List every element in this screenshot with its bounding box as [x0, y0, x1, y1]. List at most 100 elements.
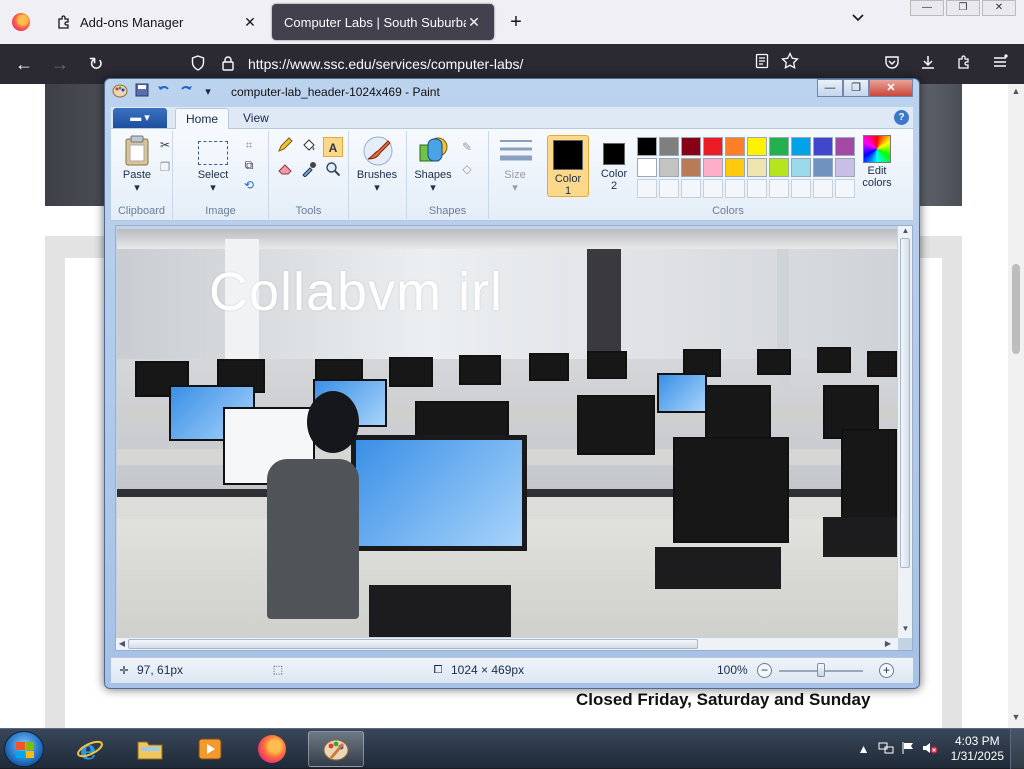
tab-close-icon[interactable]: ✕ — [466, 14, 482, 31]
pencil-icon[interactable] — [275, 137, 295, 157]
list-all-tabs-button[interactable] — [846, 10, 870, 34]
taskbar-firefox[interactable] — [244, 731, 300, 767]
undo-icon[interactable] — [155, 83, 173, 101]
scroll-thumb[interactable] — [128, 639, 698, 649]
canvas-image[interactable]: Collabvm irl — [117, 229, 897, 639]
lock-icon[interactable] — [216, 55, 240, 74]
taskbar-internet-explorer[interactable]: e — [62, 731, 118, 767]
color2-button[interactable]: Color 2 — [593, 135, 635, 197]
help-icon[interactable]: ? — [894, 110, 909, 125]
back-button[interactable]: ← — [12, 52, 36, 76]
palette-swatch[interactable] — [703, 158, 723, 177]
copy-icon[interactable]: ❐ — [155, 157, 175, 177]
tab-close-icon[interactable]: ✕ — [242, 14, 258, 31]
custom-color-slot[interactable] — [681, 179, 701, 198]
downloads-icon[interactable] — [916, 52, 940, 76]
maximize-button[interactable]: ❐ — [946, 0, 980, 16]
rotate-icon[interactable]: ⟲ — [239, 175, 259, 195]
redo-icon[interactable] — [177, 83, 195, 101]
firefox-view-button[interactable] — [0, 0, 42, 44]
tab-home[interactable]: Home — [175, 108, 230, 129]
menu-hamburger-icon[interactable] — [988, 52, 1012, 76]
custom-color-slot[interactable] — [703, 179, 723, 198]
taskbar-media-player[interactable] — [182, 731, 238, 767]
text-icon[interactable]: A — [323, 137, 343, 157]
custom-color-slot[interactable] — [791, 179, 811, 198]
crop-icon[interactable]: ⌗ — [239, 135, 259, 155]
paint-app-icon[interactable] — [111, 83, 129, 101]
customize-qat-icon[interactable]: ▾ — [199, 83, 217, 101]
custom-color-slot[interactable] — [813, 179, 833, 198]
custom-color-slot[interactable] — [835, 179, 855, 198]
custom-color-slot[interactable] — [725, 179, 745, 198]
extensions-icon[interactable] — [952, 52, 976, 76]
tab-view[interactable]: View — [233, 108, 279, 129]
bookmark-star-icon[interactable] — [778, 51, 802, 76]
palette-swatch[interactable] — [791, 158, 811, 177]
page-scrollbar[interactable]: ▲ ▼ — [1008, 84, 1024, 728]
taskbar-file-explorer[interactable] — [122, 731, 178, 767]
minimize-button[interactable]: — — [910, 0, 944, 16]
zoom-out-button[interactable]: − — [757, 663, 772, 678]
clock[interactable]: 4:03 PM 1/31/2025 — [951, 734, 1004, 764]
size-button[interactable]: Size ▾ — [493, 135, 537, 194]
scroll-left-arrow-icon[interactable]: ◀ — [116, 638, 128, 650]
select-button[interactable]: Select ▾ — [191, 135, 235, 194]
palette-swatch[interactable] — [725, 137, 745, 156]
palette-swatch[interactable] — [659, 158, 679, 177]
eraser-icon[interactable] — [275, 161, 295, 181]
fill-shape-icon[interactable]: ◇ — [457, 159, 477, 179]
close-button[interactable]: ✕ — [982, 0, 1016, 16]
shapes-button[interactable]: Shapes ▾ — [411, 135, 455, 194]
canvas-horizontal-scrollbar[interactable]: ◀ ▶ — [116, 637, 898, 650]
action-center-flag-icon[interactable] — [899, 741, 917, 758]
shield-icon[interactable] — [186, 54, 210, 74]
scroll-thumb[interactable] — [900, 238, 910, 568]
scroll-thumb[interactable] — [1012, 264, 1020, 354]
tab-addons-manager[interactable]: Add-ons Manager ✕ — [44, 4, 270, 40]
palette-swatch[interactable] — [637, 137, 657, 156]
custom-color-slot[interactable] — [637, 179, 657, 198]
forward-button[interactable]: → — [48, 52, 72, 76]
new-tab-button[interactable]: + — [502, 8, 530, 36]
palette-swatch[interactable] — [791, 137, 811, 156]
tab-computer-labs[interactable]: Computer Labs | South Suburban C ✕ — [272, 4, 494, 40]
cut-icon[interactable]: ✂ — [155, 135, 175, 155]
palette-swatch[interactable] — [659, 137, 679, 156]
palette-swatch[interactable] — [835, 137, 855, 156]
paint-menu-button[interactable]: ▬ ▾ — [113, 108, 167, 128]
palette-swatch[interactable] — [769, 137, 789, 156]
reload-button[interactable]: ↻ — [84, 52, 108, 76]
palette-swatch[interactable] — [725, 158, 745, 177]
maximize-button[interactable]: ❐ — [843, 79, 869, 97]
paint-titlebar[interactable]: ▾ computer-lab_header-1024x469 - Paint —… — [105, 79, 919, 105]
zoom-slider-thumb[interactable] — [817, 663, 825, 677]
zoom-in-button[interactable]: + — [879, 663, 894, 678]
palette-swatch[interactable] — [681, 137, 701, 156]
network-icon[interactable] — [877, 741, 895, 758]
palette-swatch[interactable] — [769, 158, 789, 177]
custom-color-slot[interactable] — [659, 179, 679, 198]
scroll-up-arrow-icon[interactable]: ▲ — [1008, 86, 1024, 96]
brushes-button[interactable]: Brushes ▾ — [355, 135, 399, 194]
edit-colors-button[interactable]: Edit colors — [855, 135, 899, 189]
color1-button[interactable]: Color 1 — [547, 135, 589, 197]
magnifier-icon[interactable] — [323, 161, 343, 181]
volume-muted-icon[interactable] — [921, 741, 939, 758]
minimize-button[interactable]: — — [817, 79, 843, 97]
palette-swatch[interactable] — [835, 158, 855, 177]
paste-button[interactable]: Paste ▾ — [115, 135, 159, 194]
scroll-up-arrow-icon[interactable]: ▲ — [898, 226, 913, 235]
custom-color-slot[interactable] — [747, 179, 767, 198]
save-icon[interactable] — [133, 83, 151, 101]
outline-icon[interactable]: ✎ — [457, 137, 477, 157]
start-button[interactable] — [4, 731, 44, 767]
url-bar[interactable]: https://www.ssc.edu/services/computer-la… — [180, 50, 810, 78]
palette-swatch[interactable] — [637, 158, 657, 177]
palette-swatch[interactable] — [681, 158, 701, 177]
palette-swatch[interactable] — [747, 137, 767, 156]
custom-color-slot[interactable] — [769, 179, 789, 198]
palette-swatch[interactable] — [703, 137, 723, 156]
pocket-icon[interactable] — [880, 52, 904, 76]
fill-icon[interactable] — [299, 137, 319, 157]
